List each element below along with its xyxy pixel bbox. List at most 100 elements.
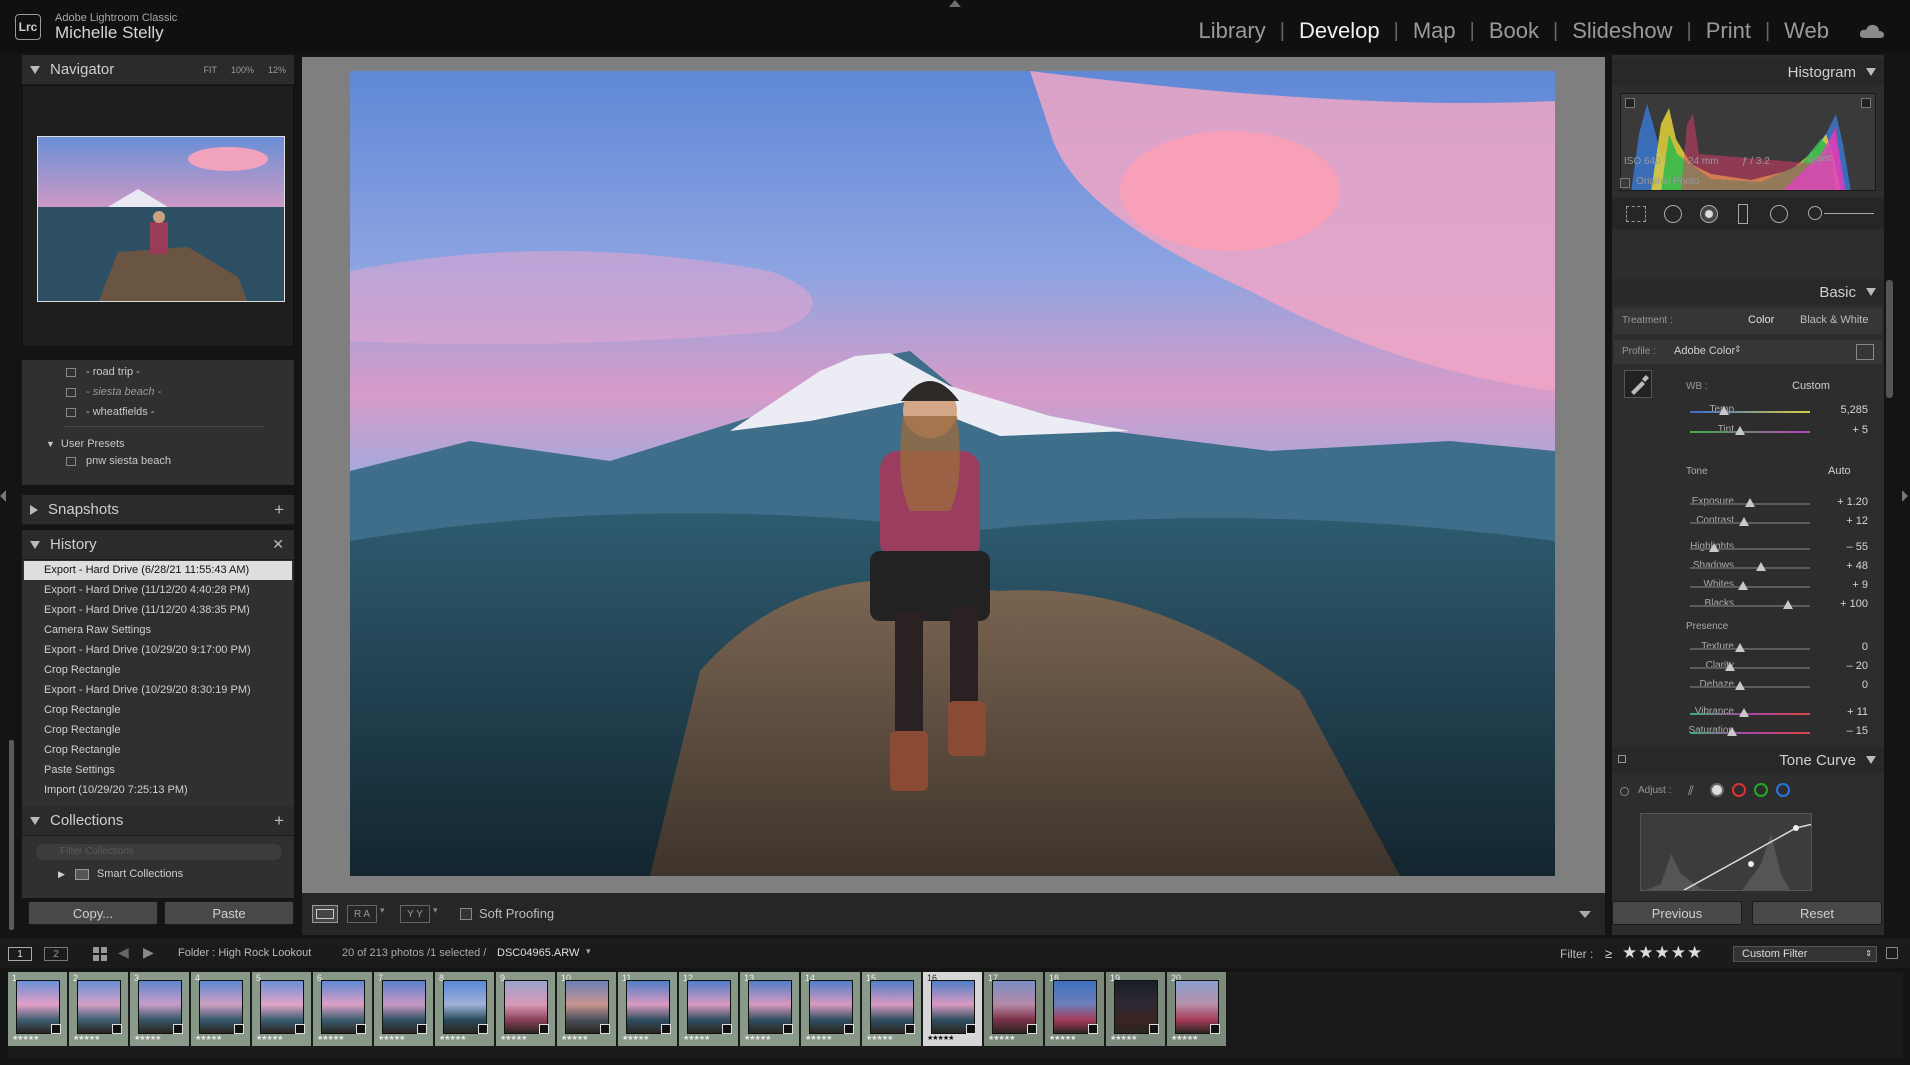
crop-tool-icon[interactable] (1626, 206, 1646, 222)
before-after-lr-button[interactable]: R A (347, 905, 377, 923)
paste-button[interactable]: Paste (164, 901, 294, 925)
add-snapshot-icon[interactable]: + (274, 500, 284, 520)
brush-icon[interactable] (1808, 206, 1822, 220)
history-item[interactable]: Export - Hard Drive (11/12/20 4:38:35 PM… (24, 601, 292, 620)
previous-button[interactable]: Previous (1612, 901, 1742, 925)
slider-track[interactable] (1690, 586, 1810, 588)
slider-shadows[interactable]: Shadows + 48 (1612, 559, 1884, 575)
preset-group-user[interactable]: ▼ User Presets (46, 438, 125, 450)
slider-value[interactable]: + 12 (1846, 515, 1868, 527)
chevron-down-icon[interactable]: ▾ (586, 946, 591, 957)
copy-button[interactable]: Copy... (28, 901, 158, 925)
filmstrip-cell[interactable]: 11 ★★★★★ (618, 972, 677, 1046)
history-item[interactable]: Import (10/29/20 7:25:13 PM) (24, 781, 292, 800)
slider-track[interactable] (1690, 548, 1810, 550)
filter-stars[interactable]: ★★★★★ (1622, 943, 1703, 963)
preset-item[interactable]: pnw siesta beach (66, 455, 171, 467)
panel-switch-icon[interactable] (1618, 755, 1626, 763)
module-print[interactable]: Print (1692, 18, 1765, 44)
module-develop[interactable]: Develop (1285, 18, 1394, 44)
slider-dehaze[interactable]: Dehaze 0 (1612, 678, 1884, 694)
filmstrip-cell[interactable]: 6 ★★★★★ (313, 972, 372, 1046)
treatment-bw-option[interactable]: Black & White (1800, 314, 1868, 326)
smart-collections-item[interactable]: ▶ Smart Collections (58, 868, 183, 880)
slider-knob[interactable] (1745, 498, 1755, 507)
slider-value[interactable]: + 100 (1840, 598, 1868, 610)
back-arrow-icon[interactable]: ◀ (118, 944, 129, 961)
slider-track[interactable] (1690, 431, 1810, 433)
slider-knob[interactable] (1709, 543, 1719, 552)
slider-track[interactable] (1690, 648, 1810, 650)
point-curve-white-icon[interactable] (1710, 783, 1724, 797)
history-item[interactable]: Export - Hard Drive (11/12/20 4:40:28 PM… (24, 581, 292, 600)
filmstrip-cell[interactable]: 3 ★★★★★ (130, 972, 189, 1046)
tone-curve-header[interactable]: Tone Curve (1612, 747, 1884, 773)
right-scrollbar[interactable] (1886, 280, 1893, 398)
wb-select[interactable]: Custom (1792, 380, 1830, 392)
slider-knob[interactable] (1735, 681, 1746, 690)
slider-value[interactable]: + 5 (1852, 424, 1868, 436)
navigator-thumbnail[interactable] (37, 136, 285, 302)
spot-removal-icon[interactable] (1664, 205, 1682, 223)
grid-view-icon[interactable] (93, 947, 107, 961)
filter-collections-input[interactable]: Filter Collections (36, 844, 282, 860)
slider-knob[interactable] (1718, 406, 1729, 415)
module-map[interactable]: Map (1399, 18, 1470, 44)
history-item[interactable]: Export - Hard Drive (10/29/20 9:17:00 PM… (24, 641, 292, 660)
collections-header[interactable]: Collections + (22, 806, 294, 836)
slider-clarity[interactable]: Clarity – 20 (1612, 659, 1884, 675)
filmstrip-cell[interactable]: 17 ★★★★★ (984, 972, 1043, 1046)
slider-temp[interactable]: Temp 5,285 (1612, 403, 1884, 419)
slider-knob[interactable] (1783, 600, 1794, 609)
slider-blacks[interactable]: Blacks + 100 (1612, 597, 1884, 613)
slider-value[interactable]: + 9 (1852, 579, 1868, 591)
before-after-tb-button[interactable]: Y Y (400, 905, 430, 923)
slider-knob[interactable] (1727, 727, 1737, 736)
slider-value[interactable]: 0 (1862, 679, 1868, 691)
history-item[interactable]: Crop Rectangle (24, 661, 292, 680)
blue-channel-icon[interactable] (1776, 783, 1790, 797)
history-item[interactable]: Crop Rectangle (24, 741, 292, 760)
selected-filename[interactable]: DSC04965.ARW (497, 947, 579, 959)
filmstrip-cell[interactable]: 1 ★★★★★ (8, 972, 67, 1046)
primary-window-button[interactable]: 1 (8, 947, 32, 961)
module-slideshow[interactable]: Slideshow (1558, 18, 1686, 44)
collapse-left-arrow-icon[interactable] (0, 490, 6, 502)
history-item[interactable]: Export - Hard Drive (6/28/21 11:55:43 AM… (24, 561, 292, 580)
histogram-header[interactable]: Histogram (1612, 59, 1884, 85)
history-item[interactable]: Paste Settings (24, 761, 292, 780)
navigator-header[interactable]: Navigator FIT 100% 12% (22, 55, 294, 85)
green-channel-icon[interactable] (1754, 783, 1768, 797)
filmstrip-cell[interactable]: 9 ★★★★★ (496, 972, 555, 1046)
secondary-window-button[interactable]: 2 (44, 947, 68, 961)
treatment-color-option[interactable]: Color (1748, 314, 1774, 326)
preset-item[interactable]: - wheatfields - (66, 406, 154, 418)
highlight-clipping-icon[interactable] (1861, 98, 1871, 108)
target-adjust-icon[interactable] (1620, 787, 1629, 796)
filmstrip-cell[interactable]: 12 ★★★★★ (679, 972, 738, 1046)
slider-value[interactable]: – 15 (1847, 725, 1868, 737)
wb-eyedropper-icon[interactable] (1624, 370, 1652, 398)
zoom-100-option[interactable]: 100% (231, 65, 254, 75)
filmstrip-cell[interactable]: 7 ★★★★★ (374, 972, 433, 1046)
tone-curve-graph[interactable] (1640, 813, 1812, 891)
slider-track[interactable] (1690, 567, 1810, 569)
filmstrip-cell[interactable]: 18 ★★★★★ (1045, 972, 1104, 1046)
forward-arrow-icon[interactable]: ▶ (143, 944, 154, 961)
slider-knob[interactable] (1735, 643, 1746, 652)
snapshots-header[interactable]: Snapshots + (22, 495, 294, 525)
original-photo-checkbox[interactable] (1620, 178, 1630, 188)
filter-operator[interactable]: ≥ (1605, 946, 1612, 961)
chevron-down-icon[interactable]: ▾ (433, 905, 438, 916)
module-web[interactable]: Web (1770, 18, 1843, 44)
slider-knob[interactable] (1735, 426, 1746, 435)
chevron-updown-icon[interactable]: ⇕ (1734, 344, 1742, 355)
slider-value[interactable]: + 11 (1847, 706, 1868, 718)
preset-item[interactable]: - road trip - (66, 366, 140, 378)
filmstrip-cell[interactable]: 5 ★★★★★ (252, 972, 311, 1046)
profile-select[interactable]: Adobe Color (1674, 345, 1735, 357)
main-photo[interactable] (350, 71, 1555, 876)
shadow-clipping-icon[interactable] (1625, 98, 1635, 108)
slider-value[interactable]: 0 (1862, 641, 1868, 653)
chevron-down-icon[interactable]: ▾ (380, 905, 385, 916)
